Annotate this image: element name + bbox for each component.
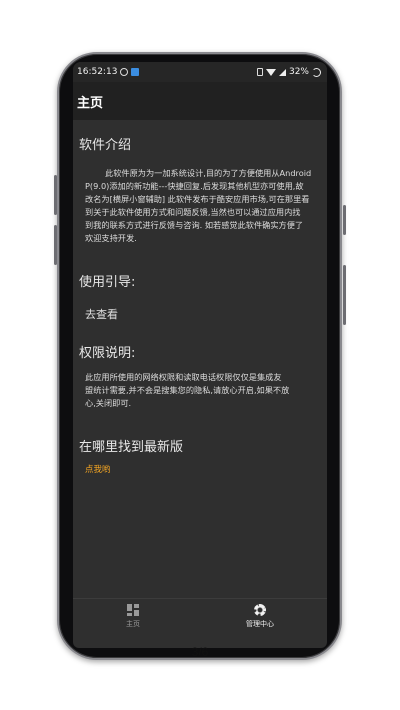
vibrate-icon xyxy=(256,68,263,76)
permissions-line: 心,关闭即可. xyxy=(85,398,132,408)
intro-line: 欢迎支持开发. xyxy=(85,233,137,243)
bottom-navigation: 主页 管理中心 xyxy=(73,598,327,634)
intro-title: 软件介绍 xyxy=(79,138,132,153)
nav-settings[interactable]: 管理中心 xyxy=(246,604,274,629)
page-title: 主页 xyxy=(77,95,104,111)
latest-version-link[interactable]: 点我哟 xyxy=(85,463,321,475)
power-button xyxy=(343,265,346,325)
gear-icon xyxy=(254,604,266,616)
volume-down-button xyxy=(54,225,57,265)
latest-version-title: 在哪里找到最新版 xyxy=(79,440,184,455)
intro-line: 改名为[横屏小窗辅助] 此软件发布于酷安应用市场,可在那里看 xyxy=(85,194,310,204)
nav-home-label: 主页 xyxy=(126,620,140,628)
nav-home[interactable]: 主页 xyxy=(126,604,140,629)
battery-icon xyxy=(312,67,321,77)
dashboard-icon xyxy=(127,604,139,616)
intro-line: P(9.0)添加的新功能---快捷回复.后发现其他机型亦可使用,故 xyxy=(85,181,304,191)
nav-settings-label: 管理中心 xyxy=(246,620,274,628)
chat-notification-icon xyxy=(120,68,129,76)
volume-up-button xyxy=(54,175,57,215)
page-indicator: 3/6 xyxy=(191,645,209,659)
intro-line: 到我的联系方式进行反馈与咨询. 如若感觉此软件确实方便了 xyxy=(85,220,304,230)
alert-slider xyxy=(343,205,346,235)
permissions-paragraph: 此应用所使用的网络权限和读取电话权限仅仅是集成友 盟统计需要,并不会是搜集您的隐… xyxy=(85,371,321,410)
intro-paragraph: 此软件原为为一加系统设计,目的为了方便使用从Android P(9.0)添加的新… xyxy=(85,167,321,245)
intro-line: 到关于此软件使用方式和问题反馈,当然也可以通过应用内找 xyxy=(85,207,301,217)
app-notification-icon xyxy=(131,68,140,76)
permissions-title: 权限说明: xyxy=(79,346,136,361)
app-bar: 主页 xyxy=(73,82,327,120)
main-content: 软件介绍 此软件原为为一加系统设计,目的为了方便使用从Android P(9.0… xyxy=(73,120,327,475)
battery-percent: 32% xyxy=(288,67,309,77)
guide-title: 使用引导: xyxy=(79,275,136,290)
view-guide-link[interactable]: 去查看 xyxy=(85,306,321,322)
intro-line: 此软件原为为一加系统设计,目的为了方便使用从Android xyxy=(105,168,312,178)
permissions-line: 盟统计需要,并不会是搜集您的隐私,请放心开启,如果不放 xyxy=(85,385,290,395)
permissions-line: 此应用所使用的网络权限和读取电话权限仅仅是集成友 xyxy=(85,372,282,382)
signal-icon xyxy=(278,68,286,76)
status-time: 16:52:13 xyxy=(77,67,118,77)
wifi-icon xyxy=(265,68,276,76)
phone-screen: 16:52:13 32% 主页 软件介绍 此软件原为为一加系统设计,目的为了方便… xyxy=(73,62,327,648)
status-bar: 16:52:13 32% xyxy=(73,62,327,82)
